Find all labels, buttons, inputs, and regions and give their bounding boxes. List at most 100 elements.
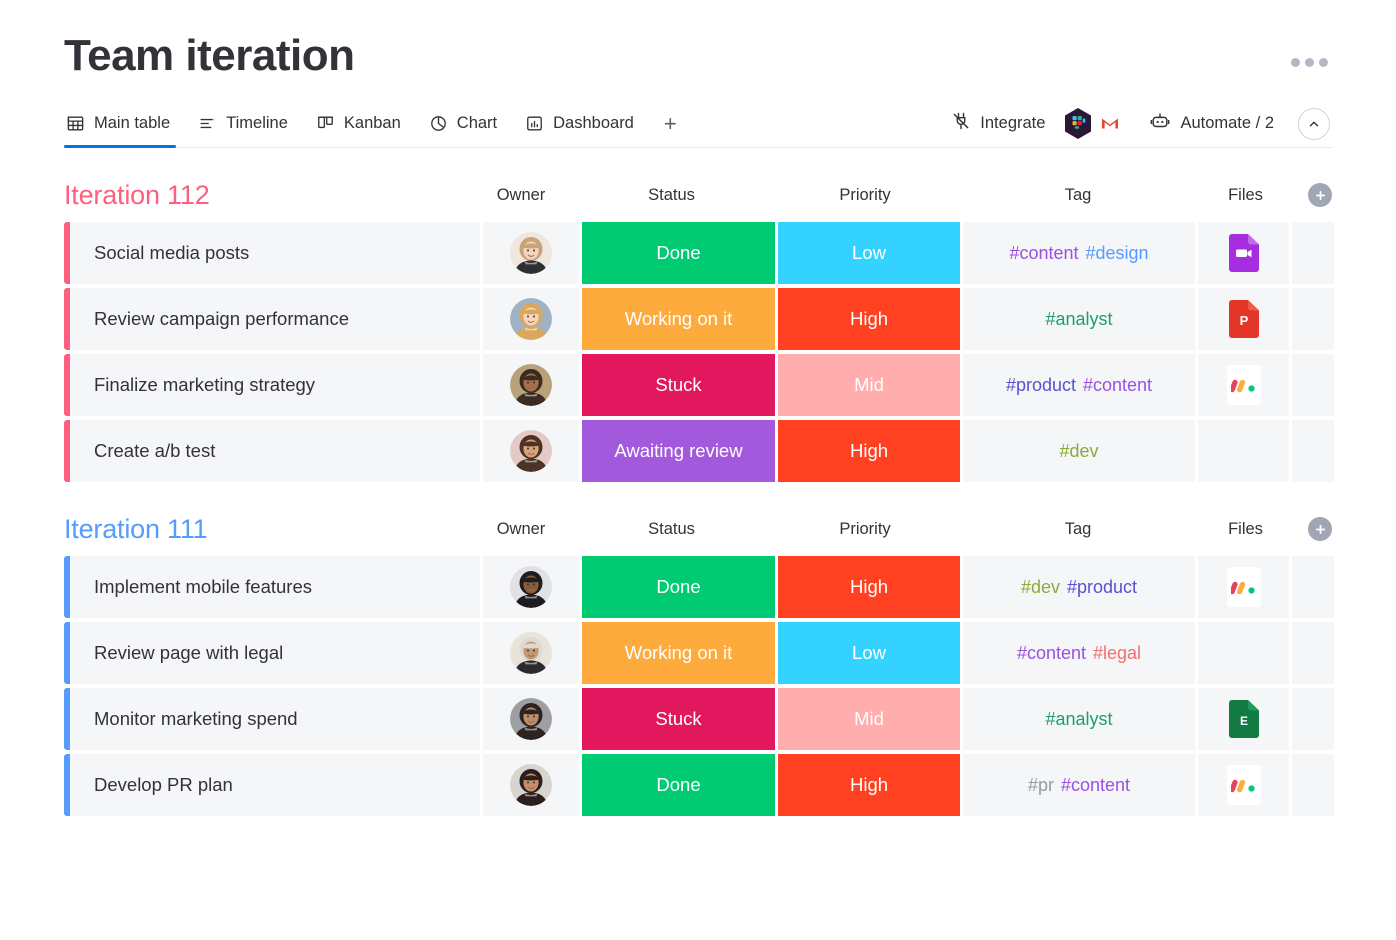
files-cell[interactable]: P (1198, 288, 1292, 350)
status-cell[interactable]: Working on it (582, 622, 778, 684)
status-cell[interactable]: Stuck (582, 354, 778, 416)
task-name-cell[interactable]: Create a/b test (70, 420, 483, 482)
tag-chip[interactable]: #pr (1028, 775, 1054, 796)
tag-chip[interactable]: #dev (1059, 441, 1098, 462)
table-row[interactable]: Finalize marketing strategy Stuck Mid #p… (64, 354, 1334, 416)
table-row[interactable]: Implement mobile features Done High #dev… (64, 556, 1334, 618)
priority-cell[interactable]: Low (778, 222, 963, 284)
tab-kanban[interactable]: Kanban (302, 101, 415, 147)
avatar[interactable] (510, 232, 552, 274)
task-name-cell[interactable]: Implement mobile features (70, 556, 483, 618)
tag-chip[interactable]: #content (1017, 643, 1086, 664)
group-title[interactable]: Iteration 112 (64, 180, 210, 211)
owner-cell[interactable] (483, 622, 582, 684)
avatar[interactable] (510, 764, 552, 806)
excel-file-icon[interactable]: E (1227, 699, 1261, 739)
tag-cell[interactable]: #content #legal (963, 622, 1198, 684)
owner-cell[interactable] (483, 354, 582, 416)
column-header-status[interactable]: Status (572, 186, 771, 205)
monday-file-icon[interactable] (1226, 765, 1261, 805)
column-header-owner[interactable]: Owner (470, 520, 572, 539)
avatar[interactable] (510, 698, 552, 740)
priority-cell[interactable]: High (778, 288, 963, 350)
tag-cell[interactable]: #analyst (963, 688, 1198, 750)
priority-cell[interactable]: Mid (778, 688, 963, 750)
files-cell[interactable] (1198, 420, 1292, 482)
avatar[interactable] (510, 364, 552, 406)
tag-chip[interactable]: #content (1061, 775, 1130, 796)
column-header-files[interactable]: Files (1197, 186, 1294, 205)
status-cell[interactable]: Done (582, 556, 778, 618)
table-row[interactable]: Create a/b test Awaiting review High #de… (64, 420, 1334, 482)
status-cell[interactable]: Stuck (582, 688, 778, 750)
column-header-files[interactable]: Files (1197, 520, 1294, 539)
owner-cell[interactable] (483, 420, 582, 482)
priority-cell[interactable]: Mid (778, 354, 963, 416)
slack-icon[interactable] (1063, 107, 1093, 140)
tag-cell[interactable]: #product #content (963, 354, 1198, 416)
column-header-owner[interactable]: Owner (470, 186, 572, 205)
group-title[interactable]: Iteration 111 (64, 514, 208, 545)
owner-cell[interactable] (483, 222, 582, 284)
table-row[interactable]: Review page with legal Working on it Low (64, 622, 1334, 684)
task-name-cell[interactable]: Review campaign performance (70, 288, 483, 350)
column-header-tag[interactable]: Tag (959, 520, 1197, 539)
priority-cell[interactable]: High (778, 556, 963, 618)
tag-cell[interactable]: #dev #product (963, 556, 1198, 618)
task-name-cell[interactable]: Social media posts (70, 222, 483, 284)
table-row[interactable]: Develop PR plan Done High #pr #content (64, 754, 1334, 816)
files-cell[interactable] (1198, 622, 1292, 684)
monday-file-icon[interactable] (1226, 365, 1261, 405)
tag-cell[interactable]: #content #design (963, 222, 1198, 284)
tag-chip[interactable]: #analyst (1045, 309, 1112, 330)
column-header-priority[interactable]: Priority (771, 186, 959, 205)
add-column-button[interactable] (1308, 517, 1332, 541)
files-cell[interactable] (1198, 222, 1292, 284)
column-header-status[interactable]: Status (572, 520, 771, 539)
status-cell[interactable]: Awaiting review (582, 420, 778, 482)
status-cell[interactable]: Working on it (582, 288, 778, 350)
tag-chip[interactable]: #content (1083, 375, 1152, 396)
tab-timeline[interactable]: Timeline (184, 101, 302, 147)
more-options-button[interactable] (1287, 48, 1332, 77)
files-cell[interactable]: E (1198, 688, 1292, 750)
priority-cell[interactable]: High (778, 420, 963, 482)
priority-cell[interactable]: High (778, 754, 963, 816)
add-column-button[interactable] (1308, 183, 1332, 207)
column-header-tag[interactable]: Tag (959, 186, 1197, 205)
column-header-priority[interactable]: Priority (771, 520, 959, 539)
tab-dashboard[interactable]: Dashboard (511, 101, 648, 147)
tag-chip[interactable]: #legal (1093, 643, 1141, 664)
tab-main-table[interactable]: Main table (64, 101, 184, 148)
powerpoint-file-icon[interactable]: P (1227, 299, 1261, 339)
owner-cell[interactable] (483, 556, 582, 618)
tag-chip[interactable]: #dev (1021, 577, 1060, 598)
tag-cell[interactable]: #analyst (963, 288, 1198, 350)
tag-chip[interactable]: #design (1086, 243, 1149, 264)
collapse-toolbar-button[interactable] (1298, 107, 1330, 140)
monday-file-icon[interactable] (1226, 567, 1261, 607)
owner-cell[interactable] (483, 288, 582, 350)
tag-chip[interactable]: #content (1009, 243, 1078, 264)
avatar[interactable] (510, 430, 552, 472)
tag-chip[interactable]: #product (1067, 577, 1137, 598)
task-name-cell[interactable]: Monitor marketing spend (70, 688, 483, 750)
files-cell[interactable] (1198, 556, 1292, 618)
tag-chip[interactable]: #analyst (1045, 709, 1112, 730)
video-file-icon[interactable] (1227, 233, 1261, 273)
table-row[interactable]: Review campaign performance Working on i… (64, 288, 1334, 350)
task-name-cell[interactable]: Develop PR plan (70, 754, 483, 816)
tag-chip[interactable]: #product (1006, 375, 1076, 396)
files-cell[interactable] (1198, 754, 1292, 816)
tag-cell[interactable]: #pr #content (963, 754, 1198, 816)
gmail-icon[interactable] (1095, 107, 1125, 140)
priority-cell[interactable]: Low (778, 622, 963, 684)
files-cell[interactable] (1198, 354, 1292, 416)
tag-cell[interactable]: #dev (963, 420, 1198, 482)
task-name-cell[interactable]: Finalize marketing strategy (70, 354, 483, 416)
avatar[interactable] (510, 298, 552, 340)
status-cell[interactable]: Done (582, 754, 778, 816)
table-row[interactable]: Monitor marketing spend Stuck Mid #analy… (64, 688, 1334, 750)
owner-cell[interactable] (483, 688, 582, 750)
table-row[interactable]: Social media posts Done Low #content#de (64, 222, 1334, 284)
